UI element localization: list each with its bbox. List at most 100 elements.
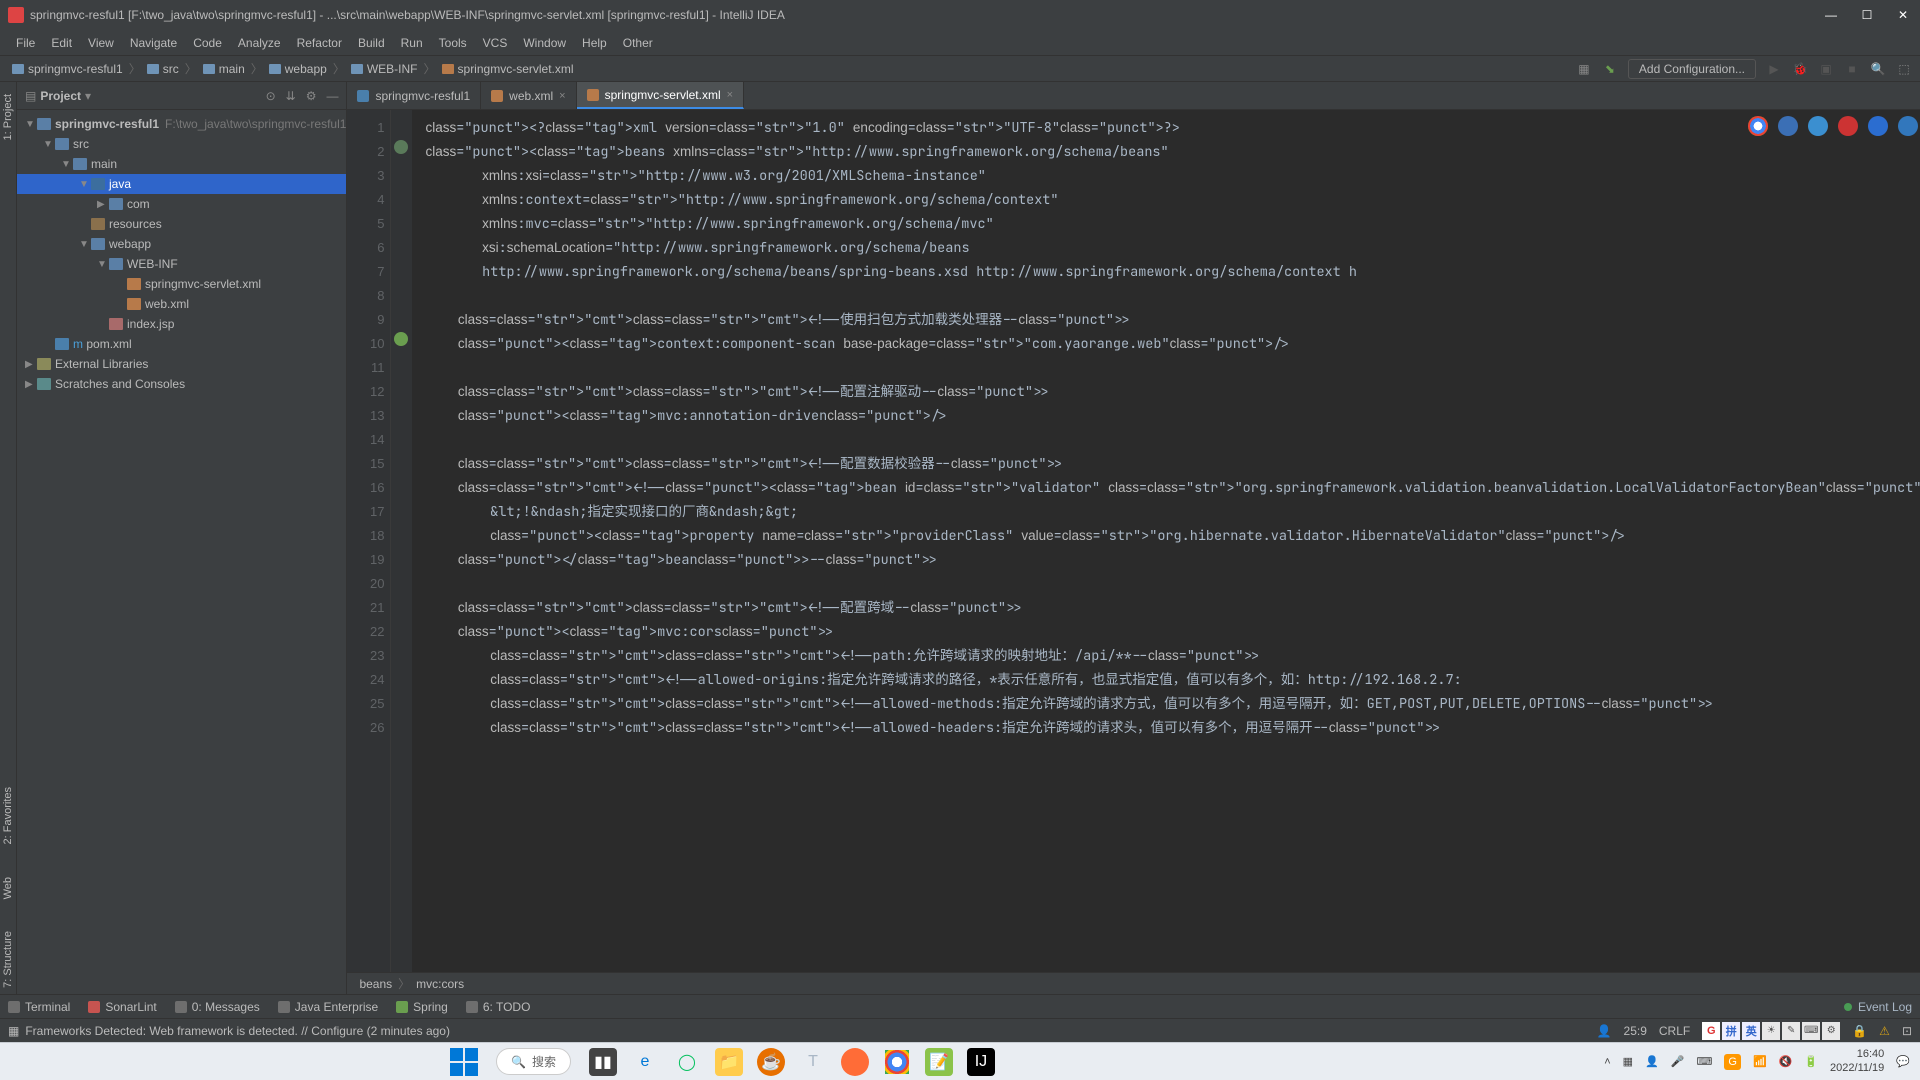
taskbar-clock[interactable]: 16:40 2022/11/19 [1830,1048,1884,1074]
target-icon[interactable]: ⊙ [266,89,276,103]
tw-todo[interactable]: 6: TODO [466,1000,531,1014]
tree-web-xml[interactable]: web.xml [17,294,346,314]
menu-code[interactable]: Code [185,33,230,53]
gear-icon[interactable]: ⚙ [306,89,317,103]
tw-terminal[interactable]: Terminal [8,1000,70,1014]
menu-refactor[interactable]: Refactor [289,33,350,53]
chrome-icon[interactable] [1748,116,1768,136]
line-separator[interactable]: CRLF [1659,1024,1690,1038]
project-label[interactable]: Project [40,89,81,103]
hammer-icon[interactable]: ⬊ [1602,61,1618,77]
code-editor[interactable]: class="punct"><?class="tag">xml version=… [413,110,1920,972]
tab-module[interactable]: springmvc-resful1 [347,82,481,109]
safari-icon[interactable] [1808,116,1828,136]
project-tree[interactable]: ▼springmvc-resful1F:\two_java\two\spring… [17,110,346,994]
event-log-button[interactable]: Event Log [1858,1000,1912,1014]
tray-mic-icon[interactable]: 🎤 [1671,1055,1685,1068]
tree-java[interactable]: ▼java [17,174,346,194]
tab-web-xml[interactable]: web.xml× [481,82,576,109]
notification-center-icon[interactable]: 💬 [1896,1055,1910,1068]
stop-button[interactable]: ■ [1844,61,1860,77]
java-icon[interactable]: ☕ [757,1048,785,1076]
crumb-beans[interactable]: beans [359,977,392,991]
tray-battery-icon[interactable]: 🔋 [1804,1055,1818,1068]
tray-people-icon[interactable]: 👤 [1645,1055,1659,1068]
left-tab-web[interactable]: Web [0,871,16,905]
tree-scratches[interactable]: ▶Scratches and Consoles [17,374,346,394]
opera-icon[interactable] [1838,116,1858,136]
tree-external-libs[interactable]: ▶External Libraries [17,354,346,374]
lock-icon[interactable]: 🔒 [1852,1024,1867,1038]
chrome-app-icon[interactable] [883,1048,911,1076]
menu-navigate[interactable]: Navigate [122,33,185,53]
tw-messages[interactable]: 0: Messages [175,1000,260,1014]
tree-src[interactable]: ▼src [17,134,346,154]
tray-chevron-icon[interactable]: ˄ [1604,1056,1610,1068]
maximize-button[interactable]: ☐ [1858,6,1876,24]
firefox-icon[interactable] [1778,116,1798,136]
tray-app-icon[interactable]: ▦ [1623,1055,1633,1068]
notepad-icon[interactable]: 📝 [925,1048,953,1076]
taskview-icon[interactable]: ▮▮ [589,1048,617,1076]
memory-icon[interactable]: ⊡ [1902,1024,1912,1038]
tw-spring[interactable]: Spring [396,1000,448,1014]
menu-other[interactable]: Other [615,33,661,53]
text-icon[interactable]: T [799,1048,827,1076]
coverage-button[interactable]: ▣ [1818,61,1834,77]
menu-vcs[interactable]: VCS [475,33,516,53]
tray-volume-icon[interactable]: 🔇 [1779,1055,1793,1068]
toolbox-icon[interactable]: ⬚ [1896,61,1912,77]
close-button[interactable]: ✕ [1894,6,1912,24]
tree-root[interactable]: ▼springmvc-resful1F:\two_java\two\spring… [17,114,346,134]
ime-indicator[interactable]: G 拼 英 ☀✎⌨⚙ [1702,1022,1840,1040]
taskbar-search[interactable]: 🔍搜索 [496,1048,571,1075]
menu-run[interactable]: Run [393,33,431,53]
edge-icon[interactable] [1898,116,1918,136]
notification-icon[interactable]: ⚠ [1879,1024,1890,1038]
close-icon[interactable]: × [559,90,565,102]
tree-webapp[interactable]: ▼webapp [17,234,346,254]
menu-window[interactable]: Window [515,33,574,53]
tree-index-jsp[interactable]: index.jsp [17,314,346,334]
menu-view[interactable]: View [80,33,122,53]
close-icon[interactable]: × [727,89,733,101]
crumb-file[interactable]: springmvc-servlet.xml [438,62,578,76]
hide-icon[interactable]: — [326,89,338,103]
tab-servlet-xml[interactable]: springmvc-servlet.xml× [577,82,744,109]
tree-main[interactable]: ▼main [17,154,346,174]
tree-servlet-xml[interactable]: springmvc-servlet.xml [17,274,346,294]
crumb-root[interactable]: springmvc-resful1 [8,62,127,76]
run-button[interactable]: ▶ [1766,61,1782,77]
crumb-webapp[interactable]: webapp [265,62,331,76]
wechat-icon[interactable]: ◯ [673,1048,701,1076]
menu-help[interactable]: Help [574,33,615,53]
start-button[interactable] [450,1048,478,1076]
tree-resources[interactable]: resources [17,214,346,234]
crumb-main[interactable]: main [199,62,249,76]
crumb-mvc-cors[interactable]: mvc:cors [416,977,464,991]
spring-bean-icon[interactable] [394,140,408,154]
tray-wifi-icon[interactable]: 📶 [1753,1055,1767,1068]
hector-icon[interactable]: 👤 [1597,1024,1612,1038]
minimize-button[interactable]: — [1822,6,1840,24]
crumb-webinf[interactable]: WEB-INF [347,62,422,76]
postman-icon[interactable] [841,1048,869,1076]
tray-g-icon[interactable]: G [1724,1054,1741,1070]
collapse-icon[interactable]: ⇊ [286,89,296,103]
menu-build[interactable]: Build [350,33,393,53]
tree-com[interactable]: ▶com [17,194,346,214]
edge-app-icon[interactable]: e [631,1048,659,1076]
menu-tools[interactable]: Tools [431,33,475,53]
tw-java-enterprise[interactable]: Java Enterprise [278,1000,378,1014]
left-tab-project[interactable]: 1: Project [0,88,16,146]
left-tab-structure[interactable]: 7: Structure [0,925,16,994]
build-icon[interactable]: ▦ [1576,61,1592,77]
tray-keyboard-icon[interactable]: ⌨ [1696,1055,1712,1068]
tw-sonarlint[interactable]: SonarLint [88,1000,156,1014]
add-configuration-button[interactable]: Add Configuration... [1628,59,1756,79]
editor-body[interactable]: 1234567891011121314151617181920212223242… [347,110,1920,972]
tool-windows-icon[interactable]: ▦ [8,1024,19,1038]
tree-pom[interactable]: m pom.xml [17,334,346,354]
menu-edit[interactable]: Edit [43,33,80,53]
crumb-src[interactable]: src [143,62,183,76]
